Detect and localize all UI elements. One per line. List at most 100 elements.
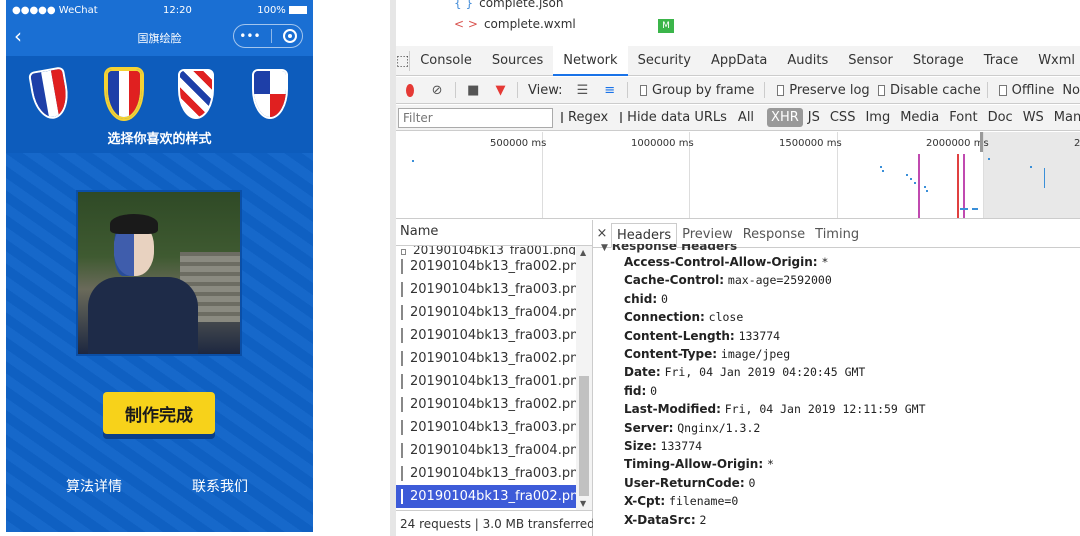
list-item[interactable]: 20190104bk13_fra004.png [396, 301, 576, 324]
list-item[interactable]: 20190104bk13_fra003.png [396, 278, 576, 301]
file-icon [401, 397, 403, 412]
tab-sources[interactable]: Sources [482, 46, 553, 76]
file-icon [401, 466, 403, 481]
scroll-down-icon[interactable]: ▼ [580, 499, 586, 508]
filter-xhr[interactable]: XHR [767, 108, 803, 127]
group-by-frame-label: Group by frame [652, 82, 755, 98]
flag-style-1[interactable] [27, 66, 73, 122]
overview-icon[interactable]: ≡ [604, 83, 615, 98]
tab-wxml[interactable]: Wxml [1028, 46, 1080, 76]
offline-label: Offline [1011, 82, 1055, 98]
disable-cache-checkbox[interactable] [877, 84, 885, 96]
flag-style-4[interactable] [252, 69, 288, 119]
list-item[interactable]: 20190104bk13_fra004.png [396, 439, 576, 462]
inspect-element-icon[interactable]: ⬚ [396, 50, 411, 71]
tab-trace[interactable]: Trace [974, 46, 1029, 76]
scroll-thumb[interactable] [579, 376, 589, 496]
phone-simulator: ●●●●● WeChat 12:20 100% ‹ 国旗绘脸 ••• 选择你喜欢… [6, 0, 313, 532]
list-item[interactable]: 20190104bk13_fra002.png [396, 393, 576, 416]
filter-img[interactable]: Img [860, 110, 895, 125]
list-item-selected[interactable]: 20190104bk13_fra002.png [396, 485, 576, 508]
file-complete-wxml[interactable]: < > complete.wxml [454, 17, 576, 31]
capsule-divider [271, 29, 273, 43]
header-row: X-DataSrc: 2 [624, 512, 707, 527]
file-icon [401, 443, 403, 458]
network-toolbar: ⊘ ■ ▼ View: ☰ ≡ Group by frame Preserve … [396, 77, 1080, 104]
filter-media[interactable]: Media [895, 110, 944, 125]
request-list-scrollbar[interactable]: ▲ ▼ [576, 246, 592, 510]
tab-sensor[interactable]: Sensor [838, 46, 903, 76]
tab-appdata[interactable]: AppData [701, 46, 777, 76]
list-item[interactable]: 20190104bk13_fra001.png [396, 246, 576, 255]
timeline-handle[interactable] [980, 132, 983, 152]
timeline-marker [918, 154, 920, 218]
file-icon [401, 420, 403, 435]
request-mark [960, 208, 968, 210]
group-by-frame-checkbox[interactable] [639, 84, 647, 96]
large-rows-icon[interactable]: ☰ [577, 83, 589, 98]
tab-audits[interactable]: Audits [777, 46, 838, 76]
disable-cache-label: Disable cache [889, 82, 981, 98]
file-complete-json[interactable]: { } complete.json [454, 0, 564, 10]
clear-icon[interactable]: ⊘ [432, 83, 443, 98]
file-icon [401, 305, 403, 320]
list-item[interactable]: 20190104bk13_fra003.png [396, 416, 576, 439]
filter-doc[interactable]: Doc [983, 110, 1018, 125]
name-column-header[interactable]: Name [396, 220, 592, 246]
more-icon[interactable]: ••• [239, 29, 260, 43]
filter-all[interactable]: All [733, 110, 759, 125]
capture-screenshots-icon[interactable]: ■ [467, 83, 479, 98]
request-mark [972, 208, 978, 210]
battery-icon [289, 5, 307, 14]
view-label: View: [528, 82, 563, 98]
filter-font[interactable]: Font [944, 110, 982, 125]
done-button[interactable]: 制作完成 [103, 392, 215, 434]
timeline-marker [957, 154, 959, 218]
json-file-icon: { } [454, 0, 474, 10]
file-icon [401, 351, 403, 366]
preserve-log-checkbox[interactable] [776, 84, 785, 96]
close-icon[interactable]: × [593, 226, 611, 241]
header-row: User-ReturnCode: 0 [624, 475, 756, 490]
timeline-overview[interactable]: 500000 ms 1000000 ms 1500000 ms 2000000 … [396, 132, 1080, 219]
tab-security[interactable]: Security [628, 46, 701, 76]
flag-style-3[interactable] [178, 69, 214, 119]
response-headers-section[interactable]: ▼ Response Headers [601, 244, 1080, 253]
tab-network[interactable]: Network [553, 45, 628, 76]
request-mark [882, 170, 884, 172]
filter-input[interactable] [398, 107, 553, 128]
list-item[interactable]: 20190104bk13_fra003.png [396, 324, 576, 347]
response-headers-title: Response Headers [611, 244, 738, 253]
list-item[interactable]: 20190104bk13_fra002.png [396, 347, 576, 370]
header-row: Server: Qnginx/1.3.2 [624, 420, 761, 435]
throttling-select[interactable]: No [1062, 83, 1080, 98]
flag-style-2[interactable] [106, 69, 142, 119]
hide-data-urls-checkbox[interactable] [620, 112, 623, 123]
record-button[interactable] [406, 83, 414, 97]
contact-us-link[interactable]: 联系我们 [192, 476, 248, 496]
tab-storage[interactable]: Storage [903, 46, 974, 76]
request-mark [880, 166, 882, 168]
filter-js[interactable]: JS [803, 110, 825, 125]
offline-checkbox[interactable] [999, 84, 1007, 96]
regex-checkbox[interactable] [561, 112, 563, 123]
filter-icon[interactable]: ▼ [495, 83, 505, 98]
toolbar-separator [517, 82, 519, 98]
list-item[interactable]: 20190104bk13_fra003.png [396, 462, 576, 485]
header-row: Timing-Allow-Origin: * [624, 457, 774, 472]
filter-manifest[interactable]: Manife [1049, 110, 1080, 125]
scroll-up-icon[interactable]: ▲ [580, 248, 586, 257]
list-item[interactable]: 20190104bk13_fra002.png [396, 255, 576, 278]
list-item[interactable]: 20190104bk13_fra001.png [396, 370, 576, 393]
filter-ws[interactable]: WS [1018, 110, 1049, 125]
capsule-menu[interactable]: ••• [233, 24, 303, 48]
request-mark [1030, 166, 1032, 168]
tab-console[interactable]: Console [410, 46, 482, 76]
close-miniprogram-icon[interactable] [282, 29, 297, 43]
collapse-triangle-icon[interactable]: ▼ [601, 244, 608, 253]
header-row: Date: Fri, 04 Jan 2019 04:20:45 GMT [624, 365, 866, 380]
algorithm-details-link[interactable]: 算法详情 [66, 476, 122, 496]
header-row: Cache-Control: max-age=2592000 [624, 273, 832, 288]
filter-css[interactable]: CSS [825, 110, 861, 125]
file-icon [401, 328, 403, 343]
